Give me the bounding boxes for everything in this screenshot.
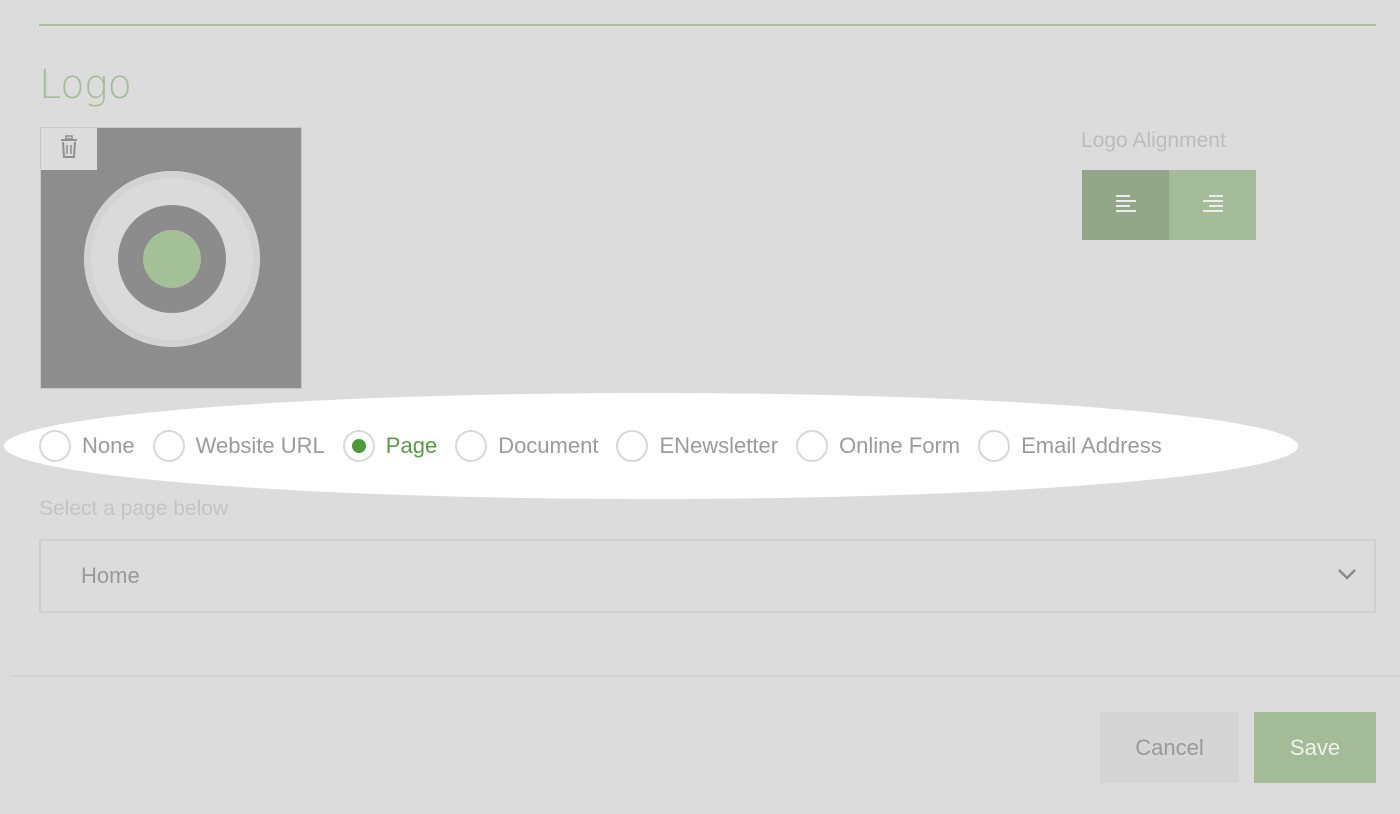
- radio-label: ENewsletter: [659, 433, 779, 458]
- radio-option-document[interactable]: Document: [455, 430, 598, 462]
- radio-label: Online Form: [839, 433, 961, 458]
- align-right-button[interactable]: [1169, 170, 1256, 240]
- radio-circle-selected[interactable]: [342, 430, 375, 462]
- radio-option-website-url[interactable]: Website URL: [152, 430, 325, 462]
- radio-circle[interactable]: [455, 430, 488, 462]
- logo-alignment-toggle: [1082, 170, 1256, 240]
- footer-divider: [10, 675, 1400, 677]
- radio-circle[interactable]: [152, 430, 185, 462]
- logo-alignment-label: Logo Alignment: [1081, 129, 1226, 152]
- page-select-dropdown[interactable]: Home: [39, 539, 1376, 613]
- radio-label: Document: [498, 433, 599, 458]
- radio-selected-dot: [351, 439, 366, 453]
- link-type-radio-group: None Website URL Page Document ENewslett…: [39, 429, 1180, 463]
- radio-label: Page: [385, 433, 438, 458]
- radio-option-online-form[interactable]: Online Form: [796, 430, 960, 462]
- align-left-button[interactable]: [1082, 170, 1169, 240]
- align-right-icon: [1201, 193, 1225, 218]
- radio-option-none[interactable]: None: [39, 430, 135, 462]
- radio-circle[interactable]: [616, 430, 649, 462]
- cancel-button[interactable]: Cancel: [1100, 712, 1239, 783]
- save-button[interactable]: Save: [1254, 712, 1376, 783]
- radio-circle[interactable]: [39, 430, 71, 462]
- trash-icon: [58, 134, 80, 164]
- radio-label: Website URL: [195, 433, 325, 458]
- radio-option-enewsletter[interactable]: ENewsletter: [616, 430, 778, 462]
- logo-preview: [40, 127, 302, 389]
- radio-label: None: [82, 433, 135, 458]
- top-divider: [39, 24, 1376, 26]
- radio-label: Email Address: [1021, 433, 1162, 458]
- logo-image: [84, 171, 260, 347]
- radio-option-page[interactable]: Page: [342, 430, 438, 462]
- section-title: Logo: [39, 62, 132, 108]
- radio-circle[interactable]: [796, 430, 829, 462]
- chevron-down-icon: [1336, 567, 1358, 586]
- radio-circle[interactable]: [978, 430, 1011, 462]
- align-left-icon: [1114, 193, 1138, 218]
- delete-logo-button[interactable]: [41, 128, 97, 170]
- page-select-value: Home: [81, 563, 140, 588]
- radio-option-email-address[interactable]: Email Address: [978, 430, 1162, 462]
- page-select-caption: Select a page below: [39, 497, 229, 520]
